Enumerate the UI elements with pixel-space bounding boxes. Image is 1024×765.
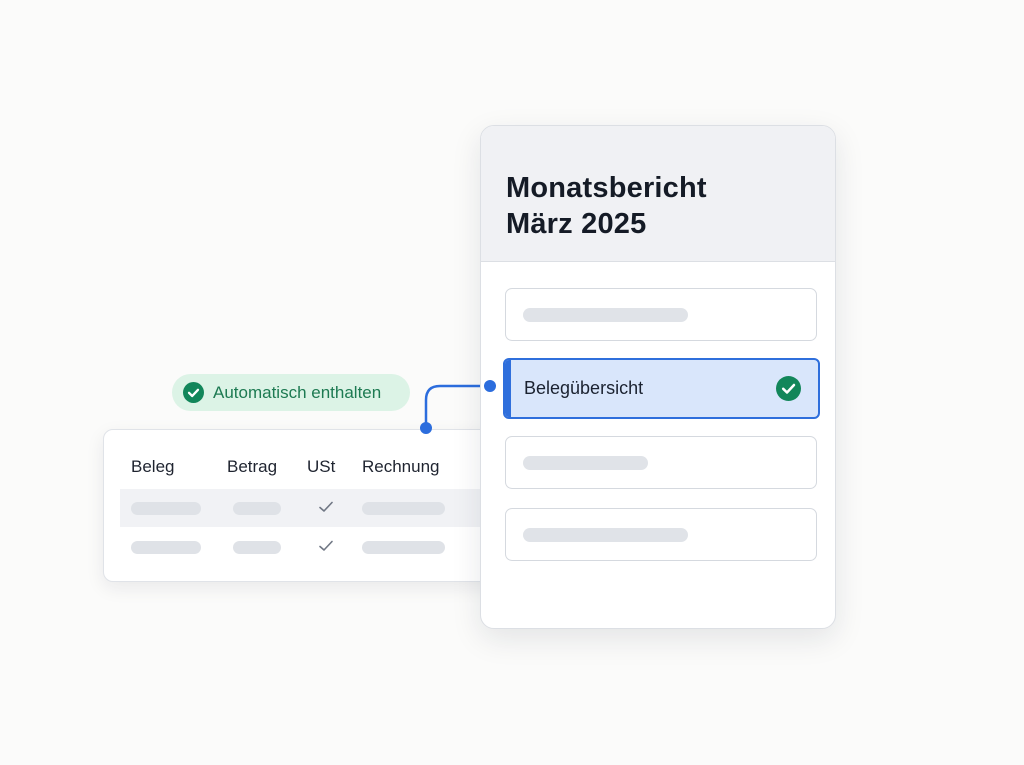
table-row[interactable] <box>120 489 524 527</box>
placeholder-bar <box>131 502 201 515</box>
report-title: Monatsbericht März 2025 <box>506 170 707 242</box>
column-header-rechnung: Rechnung <box>362 457 440 476</box>
report-section-item[interactable] <box>505 288 817 341</box>
connector-start-dot <box>420 422 432 434</box>
report-section-item[interactable] <box>505 436 817 489</box>
check-circle-icon <box>183 382 204 403</box>
placeholder-bar <box>523 308 688 322</box>
receipt-table-card: Beleg Betrag USt Rechnung <box>103 429 525 582</box>
report-header: Monatsbericht März 2025 <box>481 126 835 262</box>
placeholder-bar <box>233 541 281 554</box>
report-section-item[interactable] <box>505 508 817 561</box>
report-section-belegubersicht[interactable]: Belegübersicht <box>503 358 820 419</box>
monthly-report-panel: Monatsbericht März 2025 Belegübersicht <box>480 125 836 629</box>
placeholder-bar <box>233 502 281 515</box>
report-title-line1: Monatsbericht <box>506 172 707 204</box>
report-section-label: Belegübersicht <box>524 378 644 398</box>
check-circle-icon <box>776 376 801 401</box>
table-row[interactable] <box>120 528 524 566</box>
check-icon <box>317 537 335 555</box>
auto-included-badge: Automatisch enthalten <box>172 374 410 411</box>
check-icon <box>317 498 335 516</box>
placeholder-bar <box>362 541 445 554</box>
column-header-betrag: Betrag <box>227 457 278 476</box>
report-title-line2: März 2025 <box>506 208 647 240</box>
placeholder-bar <box>362 502 445 515</box>
column-header-beleg: Beleg <box>131 457 175 476</box>
placeholder-bar <box>131 541 201 554</box>
table-header: Beleg Betrag USt Rechnung <box>104 457 524 481</box>
selection-accent <box>505 360 511 417</box>
connector-endpoint-dot <box>484 380 496 392</box>
badge-label: Automatisch enthalten <box>213 383 382 402</box>
column-header-ust: USt <box>307 457 336 476</box>
placeholder-bar <box>523 456 648 470</box>
placeholder-bar <box>523 528 688 542</box>
